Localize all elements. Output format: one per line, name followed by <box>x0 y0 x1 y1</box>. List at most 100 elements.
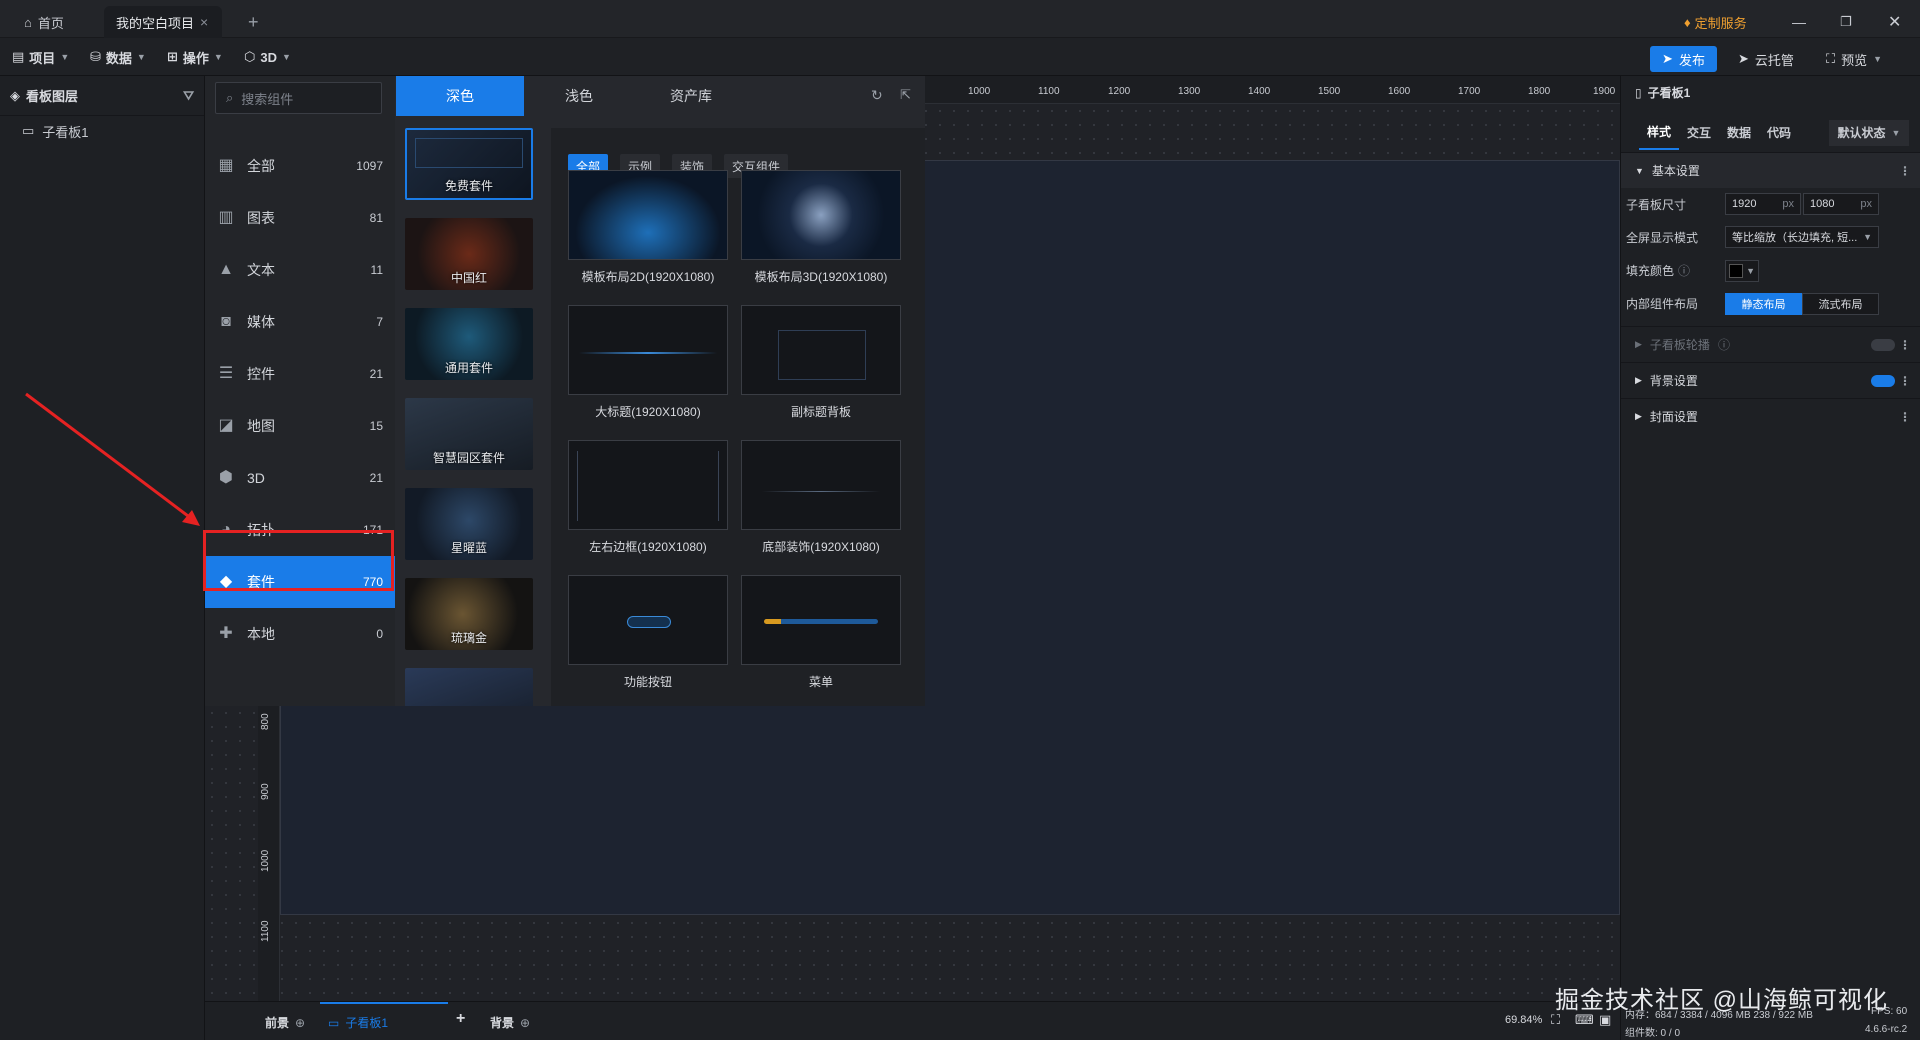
preview-button[interactable]: ⛶ 预览 ▼ <box>1826 46 1882 72</box>
template-card[interactable] <box>741 305 901 395</box>
zoom-level[interactable]: 69.84% <box>1505 1014 1542 1026</box>
foreground-tab[interactable]: 前景 ⊕ <box>265 1014 305 1031</box>
category-media[interactable]: ◙ 媒体 7 <box>205 296 395 348</box>
grid-icon: ⊞ <box>167 49 178 64</box>
carousel-header[interactable]: ▶ 子看板轮播 ⓘ ⋮ <box>1621 326 1920 362</box>
kit-card[interactable]: 智慧园区套件 <box>405 398 533 470</box>
tab-style[interactable]: 样式 <box>1639 115 1679 150</box>
template-card[interactable] <box>741 440 901 530</box>
template-card[interactable] <box>568 170 728 260</box>
category-3d[interactable]: ⬢ 3D 21 <box>205 452 395 504</box>
carousel-toggle[interactable] <box>1871 339 1895 351</box>
category-control[interactable]: ☰ 控件 21 <box>205 348 395 400</box>
export-icon[interactable]: ⇱ <box>900 87 911 103</box>
ruler-left: 800 900 1000 1100 <box>258 706 280 1001</box>
publish-button[interactable]: ➤ 发布 <box>1650 46 1717 72</box>
template-card[interactable] <box>741 575 901 665</box>
tab-interaction[interactable]: 交互 <box>1679 124 1719 141</box>
flow-layout-button[interactable]: 流式布局 <box>1802 293 1879 315</box>
menu-operation[interactable]: ⊞ 操作 ▼ <box>167 38 223 76</box>
kit-card[interactable]: 中国红 <box>405 218 533 290</box>
kit-card[interactable]: 通用套件 <box>405 308 533 380</box>
template-card[interactable] <box>741 170 901 260</box>
kit-card[interactable]: 琉璃金 <box>405 578 533 650</box>
search-input[interactable]: ⌕ 搜索组件 <box>215 82 382 114</box>
more-icon[interactable]: ⋮ <box>1899 374 1911 388</box>
filter-icon[interactable]: ⛛ <box>183 88 194 104</box>
category-text[interactable]: ▲ 文本 11 <box>205 244 395 296</box>
category-kit[interactable]: ◆ 套件 770 <box>205 556 395 608</box>
background-tab[interactable]: 背景 ⊕ <box>490 1014 530 1031</box>
cover-settings-header[interactable]: ▶ 封面设置 ⋮ <box>1621 398 1920 434</box>
chevron-down-icon: ▼ <box>213 52 223 62</box>
new-tab-button[interactable]: + <box>236 6 271 38</box>
template-label: 模板布局2D(1920X1080) <box>581 270 715 284</box>
add-board-button[interactable]: + <box>456 1010 465 1028</box>
background-toggle[interactable] <box>1871 375 1895 387</box>
ruler-tick: 1300 <box>1178 86 1201 97</box>
category-topology[interactable]: ◕ 拓扑 171 <box>205 504 395 556</box>
template-card[interactable] <box>568 575 728 665</box>
category-local[interactable]: ✚ 本地 0 <box>205 608 395 660</box>
kit-card[interactable] <box>405 668 533 706</box>
kit-list: 免费套件 中国红 通用套件 智慧园区套件 星曜蓝 琉璃金 <box>405 128 539 706</box>
close-window-button[interactable]: ✕ <box>1876 6 1913 38</box>
refresh-icon[interactable]: ↻ <box>871 87 883 104</box>
puzzle-icon: ✚ <box>219 625 233 642</box>
width-input[interactable]: 1920 px <box>1725 193 1801 215</box>
category-chart[interactable]: ▥ 图表 81 <box>205 192 395 244</box>
home-icon: ⌂ <box>24 14 32 30</box>
background-settings-header[interactable]: ▶ 背景设置 ⋮ <box>1621 362 1920 398</box>
kit-card[interactable]: 星曜蓝 <box>405 488 533 560</box>
state-select[interactable]: 默认状态 ▼ <box>1829 119 1909 146</box>
more-icon[interactable]: ⋮ <box>1899 338 1911 352</box>
tab-dark[interactable]: 深色 <box>396 76 524 116</box>
tab-data[interactable]: 数据 <box>1719 124 1759 141</box>
ruler-tick: 1100 <box>1038 86 1060 97</box>
board-tab[interactable]: ▭ 子看板1 <box>328 1014 388 1031</box>
help-icon[interactable]: ⓘ <box>1718 336 1730 353</box>
more-icon[interactable]: ⋮ <box>1899 410 1911 424</box>
tab-asset-library[interactable]: 资产库 <box>641 76 741 116</box>
tab-project[interactable]: 我的空白项目 × <box>104 6 222 38</box>
template-card[interactable] <box>568 440 728 530</box>
component-count: 组件数: 0 / 0 <box>1625 1028 1681 1039</box>
ruler-top: 1000 1100 1200 1300 1400 1500 1600 1700 … <box>925 76 1620 104</box>
restore-button[interactable]: ❐ <box>1828 6 1864 38</box>
minimize-button[interactable]: — <box>1780 6 1818 38</box>
add-circle-icon[interactable]: ⊕ <box>520 1016 530 1030</box>
template-card[interactable] <box>568 305 728 395</box>
cloud-host-button[interactable]: ➤ 云托管 <box>1738 46 1794 72</box>
close-icon[interactable]: × <box>200 14 208 30</box>
menu-data[interactable]: ⛁ 数据 ▼ <box>90 38 146 76</box>
ruler-tick: 1700 <box>1458 86 1481 97</box>
basic-settings-header[interactable]: ▼ 基本设置 ⋮ <box>1621 152 1920 188</box>
category-list: ⌕ 搜索组件 ▦ 全部 1097 ▥ 图表 81 ▲ 文本 11 ◙ 媒体 7 ☰ 控件 21 ◪ 地… <box>205 76 395 706</box>
menu-bar: ▤ 项目 ▼ ⛁ 数据 ▼ ⊞ 操作 ▼ ⬡ 3D ▼ ➤ 发布 ➤ 云托管 ⛶ 预览 ▼ <box>0 38 1920 76</box>
cube-icon: ⬡ <box>244 49 256 64</box>
category-map[interactable]: ◪ 地图 15 <box>205 400 395 452</box>
kit-card[interactable]: 免费套件 <box>405 128 533 200</box>
chevron-right-icon: ▶ <box>1635 375 1642 385</box>
help-icon[interactable]: ⓘ <box>1678 262 1690 279</box>
category-all[interactable]: ▦ 全部 1097 <box>205 140 395 192</box>
ruler-tick: 1900 <box>1593 86 1616 97</box>
menu-3d[interactable]: ⬡ 3D ▼ <box>244 38 291 76</box>
fullscreen-select[interactable]: 等比缩放（长边填充, 短... ▼ <box>1725 226 1879 248</box>
tab-home[interactable]: ⌂ 首页 <box>12 6 76 38</box>
height-input[interactable]: 1080 px <box>1803 193 1879 215</box>
chevron-right-icon: ▶ <box>1635 411 1642 421</box>
tab-light[interactable]: 浅色 <box>539 76 619 116</box>
add-circle-icon[interactable]: ⊕ <box>295 1016 305 1030</box>
ruler-tick: 800 <box>260 713 271 730</box>
layer-item[interactable]: ▭ 子看板1 <box>0 116 204 146</box>
fill-color-picker[interactable]: ▼ <box>1725 260 1759 282</box>
chevron-right-icon: ▶ <box>1635 339 1642 349</box>
menu-project[interactable]: ▤ 项目 ▼ <box>12 38 69 76</box>
static-layout-button[interactable]: 静态布局 <box>1725 293 1802 315</box>
custom-service-button[interactable]: ♦ 定制服务 <box>1672 6 1759 38</box>
more-icon[interactable]: ⋮ <box>1899 164 1911 178</box>
diamond-icon: ♦ <box>1684 14 1691 30</box>
tab-code[interactable]: 代码 <box>1759 124 1799 141</box>
chevron-down-icon: ▼ <box>1891 127 1901 138</box>
